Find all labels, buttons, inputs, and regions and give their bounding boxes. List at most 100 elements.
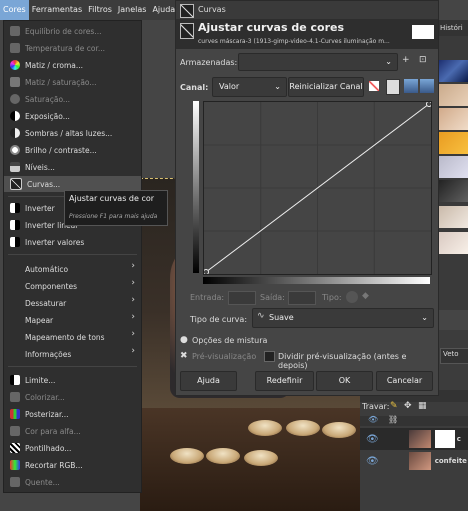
linear-invert-icon <box>10 220 20 230</box>
curve-grid <box>204 102 431 274</box>
menu-item-dither[interactable]: Pontilhado... <box>4 440 141 456</box>
log-histogram-icon[interactable] <box>386 79 400 95</box>
ok-button[interactable]: OK <box>316 371 373 391</box>
visibility-eye-icon[interactable]: 👁 <box>366 456 379 467</box>
menu-item-map[interactable]: Mapear › <box>4 312 141 328</box>
output-spinbox[interactable] <box>288 291 316 305</box>
split-preview-checkbox[interactable] <box>264 351 275 362</box>
output-label: Saída: <box>260 293 285 302</box>
shadows-highlights-icon <box>10 128 20 138</box>
dialog-titlebar[interactable]: Curvas <box>176 1 438 19</box>
layer-preview-thumbnail <box>412 25 434 39</box>
chevron-down-icon: ⌄ <box>421 313 428 322</box>
preview-checkbox[interactable]: ✖ <box>180 351 188 361</box>
menu-ajuda[interactable]: Ajuda <box>149 0 178 20</box>
menu-item-hue-chroma[interactable]: Matiz / croma... <box>4 57 141 73</box>
preset-menu-icon[interactable]: ⊡ <box>419 55 427 65</box>
menu-item-rgb-clip[interactable]: Recortar RGB... <box>4 457 141 473</box>
reset-button[interactable]: Redefinir <box>255 371 314 391</box>
menu-item-hot[interactable]: Quente... <box>4 474 141 490</box>
menu-item-color-to-alpha[interactable]: Cor para alfa... <box>4 423 141 439</box>
menu-item-color-temperature[interactable]: Temperatura de cor... <box>4 40 141 56</box>
tooltip-title: Ajustar curvas de cor <box>69 194 155 203</box>
presets-dropdown[interactable]: ⌄ <box>238 53 398 71</box>
menu-item-posterize[interactable]: Posterizar... <box>4 406 141 422</box>
curves-icon <box>180 4 194 18</box>
hue-chroma-icon <box>10 60 20 70</box>
menu-item-exposure[interactable]: Exposição... <box>4 108 141 124</box>
point-type-smooth-icon[interactable] <box>346 291 358 303</box>
layer-name: confeite <box>434 457 467 465</box>
curves-dialog: Curvas Ajustar curvas de cores curves má… <box>175 0 439 396</box>
menu-item-info[interactable]: Informações › <box>4 346 141 362</box>
menu-item-value-invert[interactable]: Inverter valores <box>4 234 141 250</box>
menu-item-hue-saturation[interactable]: Matiz / saturação... <box>4 74 141 90</box>
menu-item-shadows-highlights[interactable]: Sombras / altas luzes... <box>4 125 141 141</box>
menu-item-brightness-contrast[interactable]: Brilho / contraste... <box>4 142 141 158</box>
colors-menu: Equilíbrio de cores... Temperatura de co… <box>3 20 142 493</box>
help-button[interactable]: Ajuda <box>180 371 237 391</box>
lock-paint-icon[interactable]: ✎ <box>390 401 398 411</box>
menu-ferramentas[interactable]: Ferramentas <box>29 0 85 20</box>
menu-bar: Cores Ferramentas Filtros Janelas Ajuda <box>0 0 175 20</box>
presets-label: Armazenadas: <box>180 58 238 67</box>
chevron-down-icon: ⌄ <box>385 57 392 66</box>
curve-graph[interactable] <box>203 101 432 275</box>
history-thumb[interactable] <box>437 232 468 254</box>
menu-separator <box>8 366 137 367</box>
history-thumb[interactable] <box>437 132 468 154</box>
layer-row[interactable]: 👁 c <box>360 428 468 450</box>
channel-dropdown[interactable]: Valor ⌄ <box>212 77 287 97</box>
brightness-contrast-icon <box>10 145 20 155</box>
menu-janelas[interactable]: Janelas <box>115 0 150 20</box>
lock-alpha-icon[interactable]: ▦ <box>418 401 427 411</box>
menu-item-colorize[interactable]: Colorizar... <box>4 389 141 405</box>
history-thumb[interactable] <box>437 206 468 228</box>
add-preset-icon[interactable]: + <box>402 55 410 65</box>
lock-position-icon[interactable]: ✥ <box>404 401 412 411</box>
menu-separator <box>8 254 137 255</box>
menu-filtros[interactable]: Filtros <box>85 0 115 20</box>
cancel-button[interactable]: Cancelar <box>376 371 433 391</box>
expander-icon[interactable]: ● <box>180 335 188 345</box>
menu-item-threshold[interactable]: Limite... <box>4 372 141 388</box>
layer-row[interactable]: 👁 confeite <box>360 450 468 472</box>
bread-loaf <box>248 420 282 436</box>
dialog-subheading: curves máscara-3 (1913-gimp-video-4.1-Cu… <box>198 38 390 45</box>
menu-item-components[interactable]: Componentes › <box>4 278 141 294</box>
menu-cores[interactable]: Cores <box>0 0 29 20</box>
smooth-curve-icon: ∿ <box>257 311 265 321</box>
menu-item-tone-mapping[interactable]: Mapeamento de tons › <box>4 329 141 345</box>
chevron-right-icon: › <box>131 261 135 271</box>
menu-item-color-balance[interactable]: Equilíbrio de cores... <box>4 23 141 39</box>
layer-thumbnail <box>408 430 431 448</box>
chevron-right-icon: › <box>131 329 135 339</box>
tab-history-label: Históri <box>440 24 463 32</box>
hot-icon <box>10 477 20 487</box>
curve-type-dropdown[interactable]: ∿ Suave ⌄ <box>252 308 434 328</box>
picker-mode-icon[interactable] <box>420 79 434 93</box>
linear-histogram-icon[interactable] <box>369 81 379 91</box>
blend-options-label[interactable]: Opções de mistura <box>192 336 267 345</box>
picker-icon[interactable] <box>404 79 418 93</box>
layers-columns: 👁 ⛓ <box>360 415 468 426</box>
tab-history[interactable]: Históri <box>437 20 468 36</box>
history-thumb[interactable] <box>437 156 468 178</box>
menu-item-desaturate[interactable]: Dessaturar › <box>4 295 141 311</box>
menu-item-saturation[interactable]: Saturação... <box>4 91 141 107</box>
reset-channel-button[interactable]: Reinicializar Canal <box>288 77 364 97</box>
tab-vectors[interactable]: Veto <box>440 348 468 364</box>
blank-icon <box>10 315 20 325</box>
history-thumb[interactable] <box>437 84 468 106</box>
visibility-eye-icon[interactable]: 👁 <box>366 434 379 445</box>
history-thumb[interactable] <box>437 108 468 130</box>
input-spinbox[interactable] <box>228 291 256 305</box>
history-thumb[interactable] <box>437 60 468 82</box>
chevron-right-icon: › <box>131 295 135 305</box>
menu-item-levels[interactable]: Níveis... <box>4 159 141 175</box>
menu-item-auto[interactable]: Automático › <box>4 261 141 277</box>
history-thumb[interactable] <box>437 180 468 202</box>
preview-label: Pré-visualização <box>192 352 257 361</box>
blank-icon <box>10 298 20 308</box>
point-type-corner-icon[interactable]: ◆ <box>362 291 369 301</box>
